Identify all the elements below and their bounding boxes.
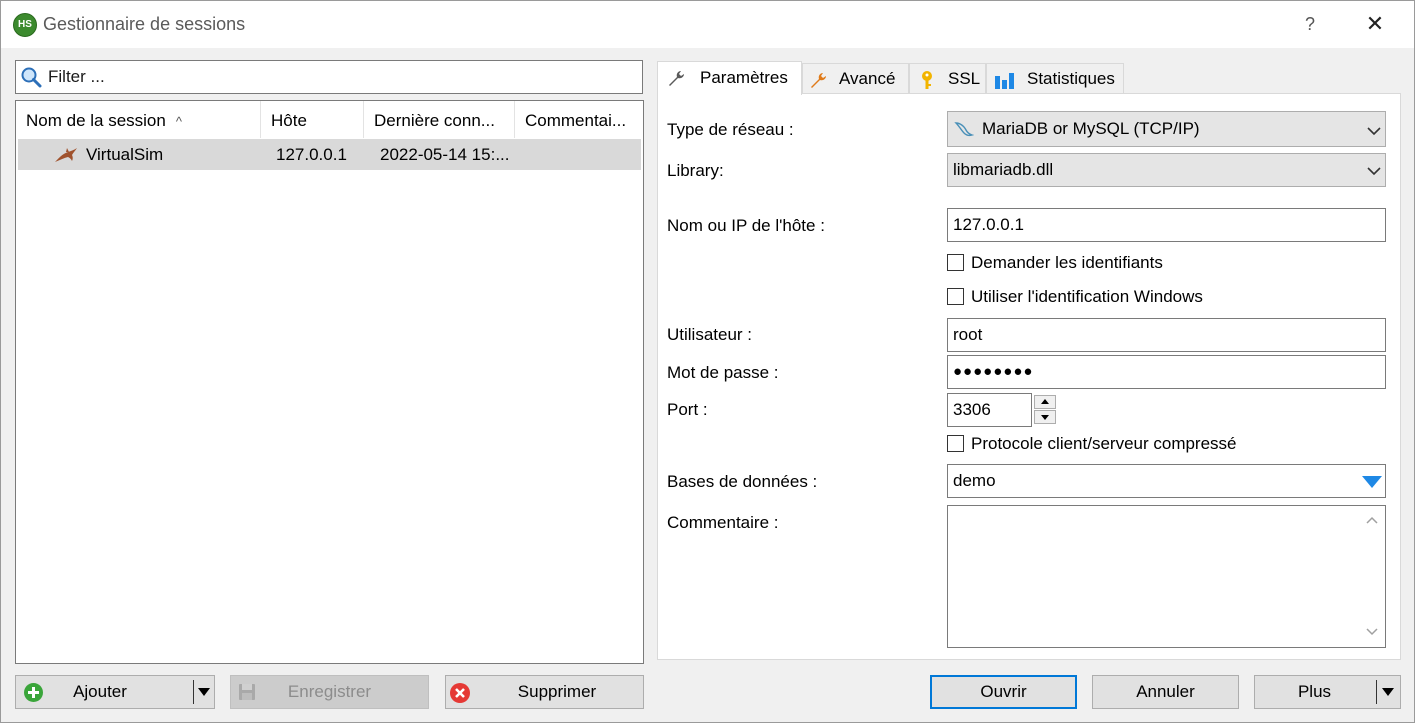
bar-chart-icon	[995, 73, 1014, 89]
filter-box	[15, 60, 643, 94]
network-type-label: Type de réseau :	[667, 120, 794, 139]
mysql-dolphin-icon	[954, 122, 974, 137]
compressed-protocol-checkbox[interactable]	[947, 435, 964, 452]
windows-auth-label: Utiliser l'identification Windows	[971, 287, 1203, 306]
port-value: 3306	[953, 400, 991, 419]
column-header-host[interactable]: Hôte	[261, 101, 364, 138]
help-button[interactable]: ?	[1298, 11, 1322, 37]
port-increment-button[interactable]	[1034, 395, 1056, 409]
tab-label: Paramètres	[700, 68, 788, 87]
library-select[interactable]: libmariadb.dll	[947, 153, 1386, 187]
open-button[interactable]: Ouvrir	[930, 675, 1077, 709]
column-header-label: Commentai...	[525, 111, 627, 130]
delete-icon	[450, 683, 470, 703]
user-input[interactable]: root	[947, 318, 1386, 352]
chevron-down-icon	[1367, 167, 1381, 176]
tab-label: SSL	[948, 69, 981, 88]
databases-value: demo	[953, 471, 996, 490]
add-session-button[interactable]: Ajouter	[15, 675, 215, 709]
chevron-down-icon[interactable]	[198, 688, 210, 696]
password-label: Mot de passe :	[667, 363, 779, 382]
more-button[interactable]: Plus	[1254, 675, 1401, 709]
tab-label: Statistiques	[1027, 69, 1115, 88]
session-name-cell: VirtualSim	[86, 145, 164, 164]
chevron-up-icon[interactable]	[1366, 516, 1378, 524]
host-value: 127.0.0.1	[953, 215, 1024, 234]
key-icon	[922, 71, 932, 89]
dolphin-icon	[55, 148, 77, 162]
cancel-label: Annuler	[1136, 682, 1195, 701]
user-label: Utilisateur :	[667, 325, 753, 344]
tab-statistiques[interactable]: Statistiques	[986, 63, 1124, 93]
port-input[interactable]: 3306	[947, 393, 1032, 427]
port-label: Port :	[667, 400, 708, 419]
save-session-label: Enregistrer	[287, 682, 372, 701]
chevron-down-icon[interactable]	[1382, 688, 1394, 696]
comment-textarea[interactable]	[947, 505, 1386, 648]
databases-label: Bases de données :	[667, 472, 818, 491]
title-bar: HS Gestionnaire de sessions ? ✕	[1, 1, 1414, 48]
session-row[interactable]: VirtualSim 127.0.0.1 2022-05-14 15:...	[18, 139, 641, 170]
wrench-orange-icon	[811, 73, 826, 88]
filter-input[interactable]	[46, 64, 635, 90]
add-session-label: Ajouter	[73, 682, 127, 701]
password-input[interactable]: ●●●●●●●●	[947, 355, 1386, 389]
session-host-cell: 127.0.0.1	[276, 145, 347, 164]
port-decrement-button[interactable]	[1034, 410, 1056, 424]
split-separator	[1376, 680, 1377, 704]
session-last-connection-cell: 2022-05-14 15:...	[380, 145, 510, 164]
column-header-session-name[interactable]: Nom de la session ^	[16, 101, 261, 138]
tab-avance[interactable]: Avancé	[802, 63, 909, 93]
ask-credentials-label: Demander les identifiants	[971, 253, 1163, 272]
network-type-value: MariaDB or MySQL (TCP/IP)	[982, 119, 1200, 138]
tab-ssl[interactable]: SSL	[909, 63, 986, 93]
session-list[interactable]: Nom de la session ^ Hôte Dernière conn...…	[15, 100, 644, 664]
comment-scrollbar[interactable]	[1359, 506, 1385, 647]
session-list-header: Nom de la session ^ Hôte Dernière conn...…	[16, 101, 643, 138]
heidisql-logo-icon: HS	[13, 13, 37, 37]
save-session-button[interactable]: Enregistrer	[230, 675, 429, 709]
column-header-last-connection[interactable]: Dernière conn...	[364, 101, 515, 138]
password-value: ●●●●●●●●	[953, 363, 1034, 380]
session-comment-cell	[529, 139, 639, 170]
host-label: Nom ou IP de l'hôte :	[667, 216, 825, 235]
delete-session-label: Supprimer	[517, 682, 597, 701]
databases-input[interactable]: demo	[947, 464, 1386, 498]
tab-parametres[interactable]: Paramètres	[657, 61, 802, 95]
delete-session-button[interactable]: Supprimer	[445, 675, 644, 709]
column-header-label: Hôte	[271, 111, 307, 130]
network-type-select[interactable]: MariaDB or MySQL (TCP/IP)	[947, 111, 1386, 147]
more-label: Plus	[1297, 682, 1332, 701]
library-value: libmariadb.dll	[953, 160, 1054, 179]
user-value: root	[953, 325, 983, 344]
ask-credentials-checkbox[interactable]	[947, 254, 964, 271]
wrench-icon	[669, 71, 684, 86]
comment-label: Commentaire :	[667, 513, 779, 532]
close-button[interactable]: ✕	[1361, 10, 1389, 38]
column-header-label: Nom de la session	[26, 111, 166, 130]
dropdown-triangle-icon[interactable]	[1362, 476, 1382, 488]
open-label: Ouvrir	[980, 682, 1027, 701]
column-header-comment[interactable]: Commentai...	[515, 101, 643, 138]
sort-ascending-icon: ^	[175, 114, 182, 129]
library-label: Library:	[667, 161, 724, 180]
compressed-protocol-label: Protocole client/serveur compressé	[971, 434, 1237, 453]
tab-label: Avancé	[839, 69, 896, 88]
search-icon	[21, 67, 42, 88]
chevron-down-icon	[1367, 127, 1381, 136]
host-input[interactable]: 127.0.0.1	[947, 208, 1386, 242]
chevron-down-icon[interactable]	[1366, 628, 1378, 636]
windows-auth-checkbox[interactable]	[947, 288, 964, 305]
session-manager-window: HS Gestionnaire de sessions ? ✕ Nom de l…	[0, 0, 1415, 723]
window-title: Gestionnaire de sessions	[43, 14, 246, 34]
column-header-label: Dernière conn...	[374, 111, 495, 130]
cancel-button[interactable]: Annuler	[1092, 675, 1239, 709]
split-separator	[193, 680, 194, 704]
